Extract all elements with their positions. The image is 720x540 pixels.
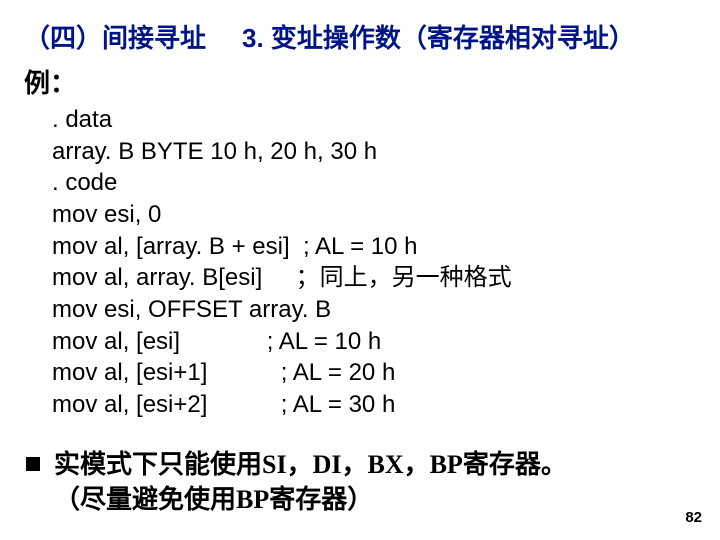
note-text: 实模式下只能使用SI，DI，BX，BP寄存器。 （尽量避免使用BP寄存器） (54, 447, 567, 517)
note-line-2: （尽量避免使用BP寄存器） (54, 485, 373, 514)
bullet-icon (26, 457, 40, 471)
page-number: 82 (685, 509, 702, 526)
code-line: mov al, [esi+2] ; AL = 30 h (52, 391, 395, 418)
code-line: mov al, [esi] ; AL = 10 h (52, 328, 381, 355)
code-block: . data array. B BYTE 10 h, 20 h, 30 h . … (52, 104, 696, 421)
code-line: array. B BYTE 10 h, 20 h, 30 h (52, 138, 377, 165)
slide: （四）间接寻址 3. 变址操作数（寄存器相对寻址） 例： . data array… (0, 0, 720, 540)
code-line: mov al, [esi+1] ; AL = 20 h (52, 359, 395, 386)
code-line: mov al, [array. B + esi] ; AL = 10 h (52, 233, 418, 260)
example-label: 例： (24, 63, 696, 100)
code-line: . code (52, 169, 117, 196)
title-right: 3. 变址操作数（寄存器相对寻址） (242, 23, 635, 53)
title-left: （四）间接寻址 (24, 23, 206, 53)
code-line: mov al, array. B[esi] ；同上，另一种格式 (52, 264, 512, 291)
code-line: mov esi, 0 (52, 201, 161, 228)
slide-title: （四）间接寻址 3. 变址操作数（寄存器相对寻址） (24, 18, 696, 55)
note-row: 实模式下只能使用SI，DI，BX，BP寄存器。 （尽量避免使用BP寄存器） (24, 447, 696, 517)
code-line: mov esi, OFFSET array. B (52, 296, 331, 323)
code-line: . data (52, 106, 112, 133)
note-line-1: 实模式下只能使用SI，DI，BX，BP寄存器。 (54, 450, 567, 479)
